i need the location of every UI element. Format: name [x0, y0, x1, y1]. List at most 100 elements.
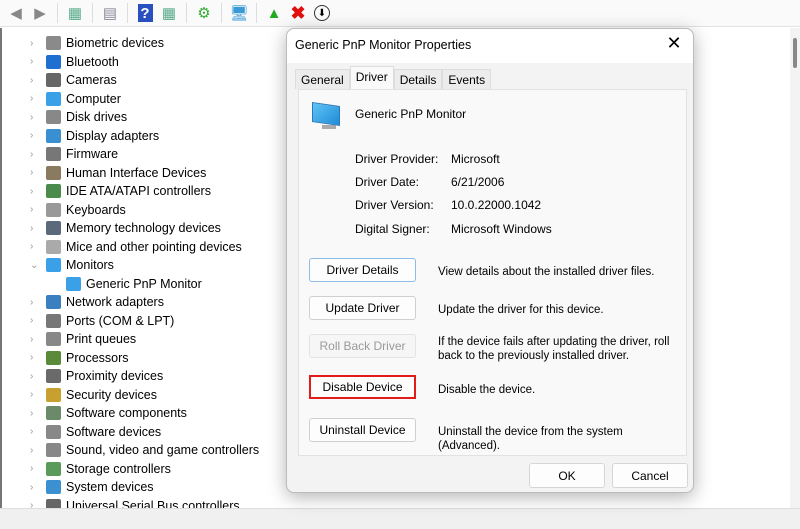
tab-general[interactable]: General: [295, 69, 350, 89]
disable-device-button[interactable]: Disable Device: [309, 375, 416, 399]
chevron-right-icon[interactable]: ›: [30, 167, 40, 178]
chevron-right-icon[interactable]: ›: [30, 112, 40, 123]
tree-item[interactable]: › Software components: [2, 404, 187, 422]
device-category-icon: [46, 295, 61, 309]
device-category-icon: [46, 498, 61, 508]
scrollbar-thumb[interactable]: [793, 38, 797, 68]
tree-item[interactable]: › Cameras: [2, 71, 117, 89]
tree-item[interactable]: › Software devices: [2, 423, 161, 441]
chevron-right-icon[interactable]: ›: [30, 426, 40, 437]
ok-button[interactable]: OK: [529, 463, 605, 488]
tree-item[interactable]: › Human Interface Devices: [2, 164, 206, 182]
tree-item[interactable]: › Mice and other pointing devices: [2, 238, 242, 256]
chevron-right-icon[interactable]: ›: [30, 38, 40, 49]
scan-hardware-changes-icon[interactable]: 🖥: [229, 3, 249, 23]
tree-item[interactable]: › IDE ATA/ATAPI controllers: [2, 182, 211, 200]
tree-item[interactable]: › Disk drives: [2, 108, 127, 126]
action-pane-icon[interactable]: ▦: [159, 3, 179, 23]
chevron-right-icon[interactable]: ›: [30, 482, 40, 493]
tree-item[interactable]: › Sound, video and game controllers: [2, 441, 259, 459]
tab-details[interactable]: Details: [393, 69, 443, 89]
chevron-right-icon[interactable]: ›: [30, 445, 40, 456]
tree-item[interactable]: › Ports (COM & LPT): [2, 312, 174, 330]
cancel-button[interactable]: Cancel: [612, 463, 688, 488]
tree-item[interactable]: › Network adapters: [2, 293, 164, 311]
chevron-right-icon[interactable]: ›: [30, 223, 40, 234]
status-bar: [0, 508, 800, 529]
tree-item[interactable]: › Computer: [2, 90, 121, 108]
show-hide-console-tree-icon[interactable]: ▦: [65, 3, 85, 23]
device-category-icon: [46, 443, 61, 457]
tree-item-label: Software components: [66, 406, 187, 420]
help-icon[interactable]: ?: [135, 3, 155, 23]
device-category-icon: [46, 480, 61, 494]
chevron-right-icon[interactable]: ›: [30, 75, 40, 86]
chevron-right-icon[interactable]: ›: [30, 241, 40, 252]
tree-item-label: Print queues: [66, 332, 137, 346]
chevron-down-icon[interactable]: ⌄: [30, 260, 40, 271]
tree-item[interactable]: › Processors: [2, 349, 129, 367]
dialog-title: Generic PnP Monitor Properties: [295, 38, 472, 52]
roll-back-driver-button: Roll Back Driver: [309, 334, 416, 358]
chevron-right-icon[interactable]: ›: [30, 186, 40, 197]
tree-item[interactable]: › Display adapters: [2, 127, 159, 145]
tree-child-item[interactable]: Generic PnP Monitor: [2, 275, 202, 293]
update-driver-icon[interactable]: ⚙: [194, 3, 214, 23]
forward-arrow-icon[interactable]: ▶: [30, 3, 50, 23]
chevron-right-icon[interactable]: ›: [30, 315, 40, 326]
device-category-icon: [46, 36, 61, 50]
tree-item[interactable]: › Storage controllers: [2, 460, 171, 478]
vertical-scrollbar[interactable]: [790, 28, 800, 508]
device-category-icon: [46, 165, 61, 180]
tree-item[interactable]: › System devices: [2, 478, 154, 496]
tree-item[interactable]: › Security devices: [2, 386, 157, 404]
tree-item[interactable]: › Memory technology devices: [2, 219, 221, 237]
tree-item[interactable]: › Universal Serial Bus controllers: [2, 497, 240, 508]
chevron-right-icon[interactable]: ›: [30, 389, 40, 400]
device-category-icon: [46, 202, 61, 217]
chevron-right-icon[interactable]: ›: [30, 408, 40, 419]
tree-item-label: Firmware: [66, 147, 119, 161]
driver-version-label: Driver Version:: [355, 198, 434, 212]
chevron-right-icon[interactable]: ›: [30, 93, 40, 104]
tree-item-label: Storage controllers: [66, 461, 171, 476]
device-name: Generic PnP Monitor: [355, 107, 467, 121]
tree-item[interactable]: › Print queues: [2, 330, 136, 348]
chevron-right-icon[interactable]: ›: [30, 204, 40, 215]
enable-device-icon[interactable]: ▲: [264, 3, 284, 23]
tree-item-label: System devices: [66, 480, 154, 494]
tree-item-label: Bluetooth: [66, 54, 119, 69]
driver-details-button[interactable]: Driver Details: [309, 258, 416, 282]
device-category-icon: [46, 147, 61, 161]
tree-item[interactable]: › Bluetooth: [2, 53, 119, 71]
tab-driver[interactable]: Driver: [349, 66, 394, 89]
tree-item-label: Disk drives: [66, 110, 128, 124]
back-arrow-icon[interactable]: ◀: [6, 3, 26, 23]
properties-icon[interactable]: ▤: [100, 3, 120, 23]
chevron-right-icon[interactable]: ›: [30, 500, 40, 508]
tree-item[interactable]: › Firmware: [2, 145, 118, 163]
chevron-right-icon[interactable]: ›: [30, 149, 40, 160]
chevron-right-icon[interactable]: ›: [30, 297, 40, 308]
chevron-right-icon[interactable]: ›: [30, 56, 40, 67]
uninstall-device-icon[interactable]: ✖: [288, 3, 308, 23]
tree-item[interactable]: ⌄ Monitors: [2, 256, 114, 274]
chevron-right-icon[interactable]: ›: [30, 371, 40, 382]
disable-device-desc: Disable the device.: [438, 384, 536, 396]
update-driver-button[interactable]: Update Driver: [309, 296, 416, 320]
uninstall-device-button[interactable]: Uninstall Device: [309, 418, 416, 442]
chevron-right-icon[interactable]: ›: [30, 334, 40, 345]
monitor-icon: [312, 102, 342, 129]
close-icon[interactable]: ✕: [663, 33, 685, 54]
disable-device-icon[interactable]: ⬇: [312, 3, 332, 23]
tab-events[interactable]: Events: [442, 69, 492, 89]
chevron-right-icon[interactable]: ›: [30, 463, 40, 474]
chevron-right-icon[interactable]: ›: [30, 352, 40, 363]
chevron-right-icon[interactable]: ›: [30, 130, 40, 141]
device-category-icon: [46, 110, 61, 124]
device-category-icon: [46, 239, 61, 254]
tree-item-label: Ports (COM & LPT): [66, 313, 175, 328]
tree-item[interactable]: › Biometric devices: [2, 34, 164, 52]
tree-item[interactable]: › Proximity devices: [2, 367, 163, 385]
tree-item[interactable]: › Keyboards: [2, 201, 126, 219]
